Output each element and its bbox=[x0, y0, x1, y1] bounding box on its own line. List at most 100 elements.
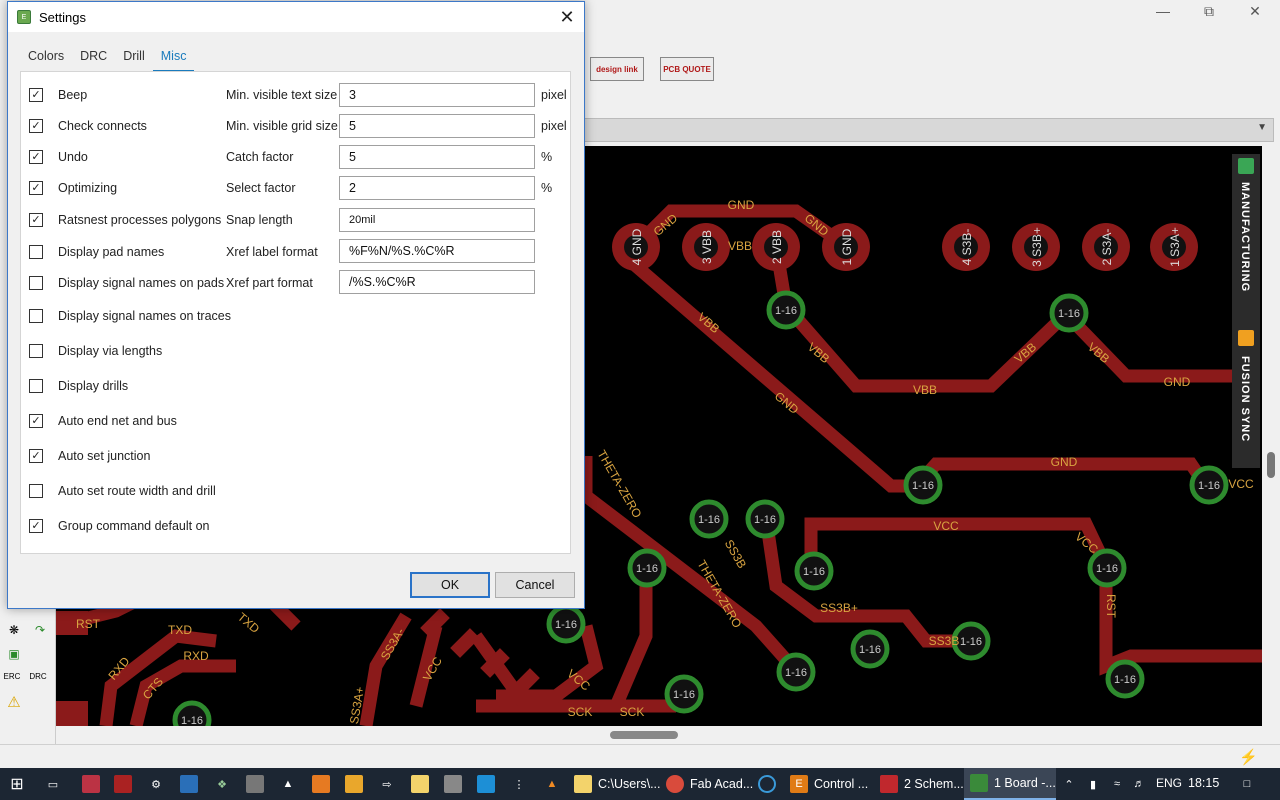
xref-label-format-input[interactable] bbox=[339, 239, 535, 263]
via: 1-16 bbox=[1189, 465, 1229, 505]
close-icon[interactable]: ✕ bbox=[550, 2, 584, 32]
pinned-app-1[interactable] bbox=[82, 768, 100, 800]
pinned-app-14[interactable]: ▲ bbox=[543, 768, 561, 800]
taskbar-board[interactable]: 1 Board -... bbox=[964, 768, 1056, 800]
checkbox-box[interactable] bbox=[29, 484, 43, 498]
checkbox-auto-end-net[interactable]: ✓ Auto end net and bus bbox=[29, 412, 177, 430]
fusion-sync-tab[interactable]: FUSION SYNC bbox=[1232, 326, 1260, 466]
checkbox-label: Optimizing bbox=[58, 181, 118, 195]
horizontal-scroll-thumb[interactable] bbox=[610, 731, 678, 739]
taskbar-app[interactable] bbox=[758, 768, 776, 800]
min-grid-size-input[interactable] bbox=[339, 114, 535, 138]
ratsnest-icon[interactable]: ❋ bbox=[4, 620, 24, 640]
checkbox-box[interactable]: ✓ bbox=[29, 519, 43, 533]
checkbox-box[interactable] bbox=[29, 245, 43, 259]
route-icon[interactable]: ↷ bbox=[30, 620, 50, 640]
checkbox-auto-set-junction[interactable]: ✓ Auto set junction bbox=[29, 447, 150, 465]
pinned-app-5[interactable] bbox=[246, 768, 264, 800]
checkbox-signal-names-traces[interactable]: Display signal names on traces bbox=[29, 307, 231, 325]
close-window-icon[interactable]: ✕ bbox=[1232, 0, 1278, 22]
checkbox-box[interactable]: ✓ bbox=[29, 181, 43, 195]
pinned-app-13[interactable]: ⋮ bbox=[510, 768, 528, 800]
lightning-icon[interactable]: ⚡ bbox=[1239, 748, 1258, 766]
via: 1-16 bbox=[546, 604, 586, 644]
pinned-app-10[interactable] bbox=[411, 768, 429, 800]
checkbox-box[interactable] bbox=[29, 276, 43, 290]
vertical-scroll-thumb[interactable] bbox=[1267, 452, 1275, 478]
checkbox-box[interactable]: ✓ bbox=[29, 414, 43, 428]
checkbox-box[interactable]: ✓ bbox=[29, 119, 43, 133]
taskbar-explorer[interactable]: C:\Users\... bbox=[574, 768, 661, 800]
restore-icon[interactable]: ⧉ bbox=[1186, 0, 1232, 22]
checkbox-box[interactable]: ✓ bbox=[29, 150, 43, 164]
pinned-app-7[interactable] bbox=[312, 768, 330, 800]
erc-button[interactable]: ERC bbox=[2, 666, 22, 686]
ok-button[interactable]: OK bbox=[410, 572, 490, 598]
clock[interactable]: 18:15 bbox=[1188, 776, 1219, 790]
folder-icon bbox=[574, 775, 592, 793]
checkbox-undo[interactable]: ✓ Undo bbox=[29, 148, 88, 166]
drc-button[interactable]: DRC bbox=[28, 666, 48, 686]
checkbox-check-connects[interactable]: ✓ Check connects bbox=[29, 117, 147, 135]
min-text-size-input[interactable] bbox=[339, 83, 535, 107]
net-label: RST bbox=[76, 617, 101, 631]
checkbox-box[interactable] bbox=[29, 309, 43, 323]
taskbar-chrome[interactable]: Fab Acad... bbox=[666, 768, 753, 800]
tab-colors[interactable]: Colors bbox=[20, 46, 72, 72]
tray-volume[interactable]: ♬ bbox=[1130, 768, 1148, 800]
layer-dropdown[interactable]: ▼ bbox=[584, 118, 1274, 142]
checkbox-box[interactable]: ✓ bbox=[29, 88, 43, 102]
action-center[interactable]: □ bbox=[1238, 768, 1256, 800]
left-toolbar: ❋ ↷ ▣ ERC DRC ⚠ bbox=[0, 608, 56, 744]
tab-misc[interactable]: Misc bbox=[152, 46, 195, 72]
tray-chevron[interactable]: ⌃ bbox=[1060, 768, 1078, 800]
pinned-app-9[interactable]: ⇨ bbox=[378, 768, 396, 800]
language-indicator[interactable]: ENG bbox=[1156, 776, 1182, 790]
checkbox-display-pad-names[interactable]: Display pad names bbox=[29, 243, 164, 261]
pinned-app-3[interactable] bbox=[180, 768, 198, 800]
tray-battery[interactable]: ▮ bbox=[1084, 768, 1102, 800]
vertical-scrollbar[interactable] bbox=[1262, 146, 1280, 744]
board-icon[interactable]: ▣ bbox=[4, 644, 24, 664]
cancel-button[interactable]: Cancel bbox=[495, 572, 575, 598]
checkbox-box[interactable] bbox=[29, 379, 43, 393]
checkbox-signal-names-pads[interactable]: Display signal names on pads bbox=[29, 274, 224, 292]
task-view-button[interactable]: ▭ bbox=[44, 768, 62, 800]
minimize-icon[interactable]: — bbox=[1140, 0, 1186, 22]
tab-drill[interactable]: Drill bbox=[115, 46, 153, 72]
start-button[interactable]: ⊞ bbox=[8, 768, 26, 800]
manufacturing-tab[interactable]: MANUFACTURING bbox=[1232, 154, 1260, 304]
checkbox-box[interactable]: ✓ bbox=[29, 213, 43, 227]
settings-app[interactable]: ⚙ bbox=[147, 768, 165, 800]
tab-drc[interactable]: DRC bbox=[72, 46, 115, 72]
checkbox-beep[interactable]: ✓ Beep bbox=[29, 86, 87, 104]
tray-wifi[interactable]: ≈ bbox=[1108, 768, 1126, 800]
taskbar-control[interactable]: E Control ... bbox=[790, 768, 868, 800]
pinned-app-11[interactable] bbox=[444, 768, 462, 800]
pinned-app-8[interactable] bbox=[345, 768, 363, 800]
dialog-titlebar[interactable]: E Settings ✕ bbox=[8, 2, 584, 32]
taskbar-schematic[interactable]: 2 Schem... bbox=[880, 768, 964, 800]
pinned-app-12[interactable] bbox=[477, 768, 495, 800]
select-factor-input[interactable] bbox=[339, 176, 535, 200]
horizontal-scrollbar[interactable] bbox=[56, 726, 1262, 744]
pcb-quote-button[interactable]: PCB QUOTE bbox=[660, 57, 714, 81]
pinned-app-2[interactable] bbox=[114, 768, 132, 800]
xref-part-format-input[interactable] bbox=[339, 270, 535, 294]
checkbox-box[interactable]: ✓ bbox=[29, 449, 43, 463]
catch-factor-input[interactable] bbox=[339, 145, 535, 169]
dialog-title: Settings bbox=[39, 10, 86, 25]
checkbox-group-command[interactable]: ✓ Group command default on bbox=[29, 517, 209, 535]
pinned-app-4[interactable]: ❖ bbox=[213, 768, 231, 800]
warning-icon[interactable]: ⚠ bbox=[4, 692, 24, 712]
checkbox-auto-route-width[interactable]: Auto set route width and drill bbox=[29, 482, 216, 500]
checkbox-ratsnest-polygons[interactable]: ✓ Ratsnest processes polygons bbox=[29, 211, 221, 229]
pinned-app-6[interactable]: ▲ bbox=[279, 768, 297, 800]
checkbox-display-drills[interactable]: Display drills bbox=[29, 377, 128, 395]
checkbox-via-lengths[interactable]: Display via lengths bbox=[29, 342, 162, 360]
connector-pad: 3 S3B+ bbox=[1012, 223, 1060, 271]
checkbox-optimizing[interactable]: ✓ Optimizing bbox=[29, 179, 117, 197]
checkbox-box[interactable] bbox=[29, 344, 43, 358]
design-link-button[interactable]: design link bbox=[590, 57, 644, 81]
snap-length-input[interactable] bbox=[339, 208, 535, 232]
